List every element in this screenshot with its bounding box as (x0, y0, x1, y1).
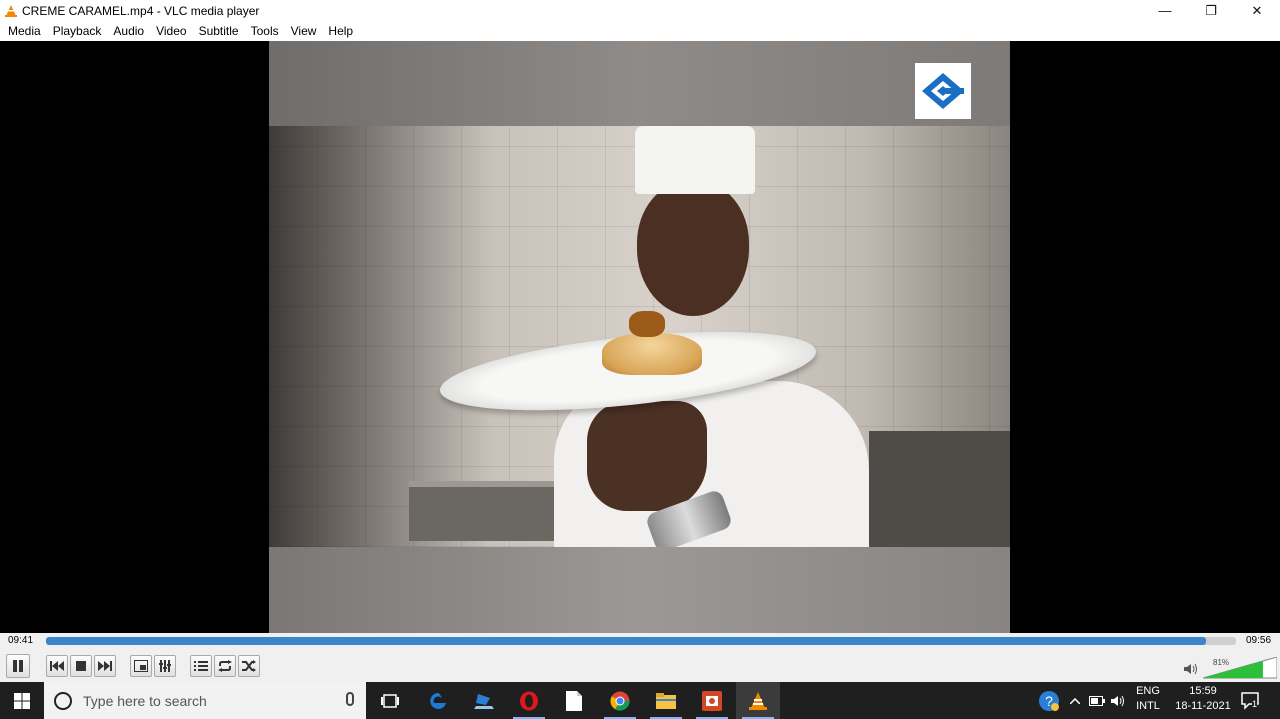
fullscreen-icon (134, 660, 148, 672)
shuffle-icon (242, 660, 256, 672)
restore-icon: ❐ (1205, 2, 1217, 18)
chevron-up-icon (1070, 697, 1080, 704)
stop-icon (76, 661, 86, 671)
chrome-icon (610, 691, 630, 711)
extended-settings-button[interactable] (154, 655, 176, 677)
chef-hand (587, 401, 707, 511)
counter (869, 431, 1010, 551)
speaker-icon[interactable] (1184, 663, 1198, 678)
letterbox-top (269, 41, 1010, 126)
windows-logo-icon (14, 692, 30, 709)
battery-tray[interactable] (1086, 682, 1108, 719)
letterbox-bottom (269, 547, 1010, 633)
notification-badge: 1 (1252, 699, 1258, 709)
search-placeholder: Type here to search (83, 692, 207, 709)
taskbar-file-explorer[interactable] (644, 682, 688, 719)
language-code: ENG (1136, 685, 1160, 697)
vlc-cone-icon (4, 4, 18, 18)
volume-slider[interactable] (1202, 656, 1278, 679)
taskbar-chrome[interactable] (598, 682, 642, 719)
cortana-icon (54, 691, 72, 710)
stop-button[interactable] (70, 655, 92, 677)
pause-icon (13, 660, 23, 672)
total-time[interactable]: 09:56 (1246, 635, 1271, 646)
shuffle-button[interactable] (238, 655, 260, 677)
title-bar: CREME CARAMEL.mp4 - VLC media player — ❐… (0, 0, 1280, 21)
taskbar-opera[interactable] (507, 682, 551, 719)
task-view-icon (381, 693, 399, 708)
close-icon: ✕ (1251, 2, 1263, 18)
monitor-app-icon (474, 693, 494, 709)
taskbar-app-blue[interactable] (462, 682, 506, 719)
loop-icon (218, 660, 232, 672)
close-button[interactable]: ✕ (1234, 0, 1280, 21)
vlc-window: CREME CARAMEL.mp4 - VLC media player — ❐… (0, 0, 1280, 719)
minimize-button[interactable]: — (1142, 0, 1188, 21)
notification-icon (1241, 691, 1259, 710)
folder-icon (656, 692, 676, 709)
menu-bar: Media Playback Audio Video Subtitle Tool… (0, 21, 1280, 41)
next-icon (98, 661, 112, 671)
task-view-button[interactable] (368, 682, 412, 719)
taskbar-edge[interactable] (416, 682, 460, 719)
taskbar-search-box[interactable]: Type here to search (44, 682, 366, 719)
minimize-icon: — (1158, 3, 1172, 18)
windows-taskbar: Type here to search ? ENG INTL 15:59 18-… (0, 682, 1280, 719)
previous-icon (50, 661, 64, 671)
speaker-icon (1111, 695, 1124, 706)
clock-time: 15:59 (1189, 685, 1217, 697)
clock-date: 18-11-2021 (1175, 700, 1231, 712)
menu-tools[interactable]: Tools (245, 21, 285, 41)
seek-slider[interactable] (46, 637, 1236, 645)
start-button[interactable] (0, 682, 44, 719)
menu-subtitle[interactable]: Subtitle (193, 21, 245, 41)
previous-button[interactable] (46, 655, 68, 677)
control-bar: 81% (0, 649, 1280, 682)
opera-icon (520, 691, 538, 710)
seek-progress (46, 637, 1207, 645)
next-button[interactable] (94, 655, 116, 677)
menu-video[interactable]: Video (150, 21, 192, 41)
taskbar-vlc[interactable] (736, 682, 780, 719)
document-icon (566, 690, 582, 711)
show-hidden-icons-button[interactable] (1064, 682, 1086, 719)
battery-icon (1089, 695, 1105, 706)
menu-audio[interactable]: Audio (107, 21, 150, 41)
clock[interactable]: 15:59 18-11-2021 (1172, 685, 1234, 712)
fullscreen-button[interactable] (130, 655, 152, 677)
playlist-icon (194, 661, 208, 671)
vlc-cone-icon (749, 691, 767, 710)
microphone-icon[interactable] (346, 692, 354, 706)
keyboard-layout: INTL (1136, 700, 1160, 712)
chef-hat (635, 126, 755, 194)
video-area[interactable] (0, 41, 1280, 633)
powerpoint-icon (702, 690, 722, 711)
window-title: CREME CARAMEL.mp4 - VLC media player (22, 3, 260, 18)
loop-button[interactable] (214, 655, 236, 677)
menu-playback[interactable]: Playback (47, 21, 108, 41)
menu-help[interactable]: Help (322, 21, 359, 41)
caramel-garnish (629, 311, 665, 337)
chef-head (637, 181, 749, 316)
channel-logo (915, 63, 971, 119)
taskbar-document[interactable] (552, 682, 596, 719)
elapsed-time: 09:41 (8, 635, 34, 646)
seek-row: 09:41 09:56 (0, 633, 1280, 649)
volume-tray[interactable] (1108, 682, 1130, 719)
menu-view[interactable]: View (285, 21, 323, 41)
menu-media[interactable]: Media (2, 21, 47, 41)
video-frame (269, 41, 1010, 633)
edge-icon (430, 692, 446, 709)
creme-caramel (602, 333, 702, 375)
maximize-button[interactable]: ❐ (1188, 0, 1234, 21)
taskbar-powerpoint[interactable] (690, 682, 734, 719)
playlist-button[interactable] (190, 655, 212, 677)
pause-button[interactable] (6, 654, 30, 678)
help-icon: ? (1039, 690, 1059, 711)
equalizer-icon (159, 660, 171, 672)
language-indicator[interactable]: ENG INTL (1134, 685, 1162, 712)
notification-center-button[interactable]: 1 (1236, 682, 1266, 719)
channel-logo-icon (922, 73, 964, 109)
